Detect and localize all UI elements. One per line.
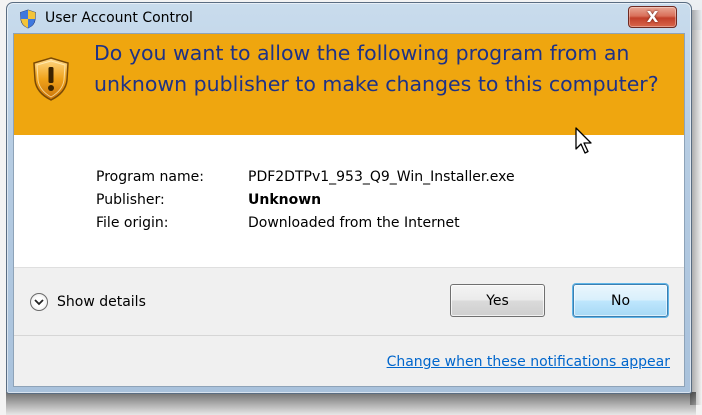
warning-banner: Do you want to allow the following progr… [14, 34, 684, 135]
close-icon: X [646, 7, 659, 26]
show-details-label: Show details [57, 294, 146, 310]
uac-shield-icon [20, 9, 36, 29]
notification-settings-link[interactable]: Change when these notifications appear [387, 354, 670, 370]
screen: User Account Control X Do you want to al… [0, 0, 702, 415]
program-name-value: PDF2DTPv1_953_Q9_Win_Installer.exe [248, 169, 515, 185]
file-origin-label: File origin: [96, 215, 169, 231]
dialog-title: User Account Control [45, 10, 193, 26]
dialog-client-area: Do you want to allow the following progr… [13, 33, 685, 387]
show-details-toggle[interactable]: Show details [30, 290, 146, 314]
footer-bar: Change when these notifications appear [14, 335, 684, 386]
warning-shield-icon [33, 57, 69, 101]
action-bar: Show details Yes No [14, 267, 684, 335]
file-origin-value: Downloaded from the Internet [248, 215, 460, 231]
banner-question: Do you want to allow the following progr… [94, 41, 659, 96]
uac-dialog: User Account Control X Do you want to al… [6, 2, 692, 394]
window-shadow-bottom [6, 392, 696, 415]
close-button[interactable]: X [628, 6, 677, 28]
publisher-label: Publisher: [96, 192, 165, 208]
no-button[interactable]: No [573, 284, 668, 317]
program-name-label: Program name: [96, 169, 204, 185]
yes-button[interactable]: Yes [450, 284, 545, 317]
title-bar[interactable]: User Account Control X [7, 3, 691, 33]
publisher-value: Unknown [248, 192, 322, 208]
chevron-down-icon[interactable] [30, 293, 48, 311]
mouse-cursor-icon [575, 127, 592, 154]
